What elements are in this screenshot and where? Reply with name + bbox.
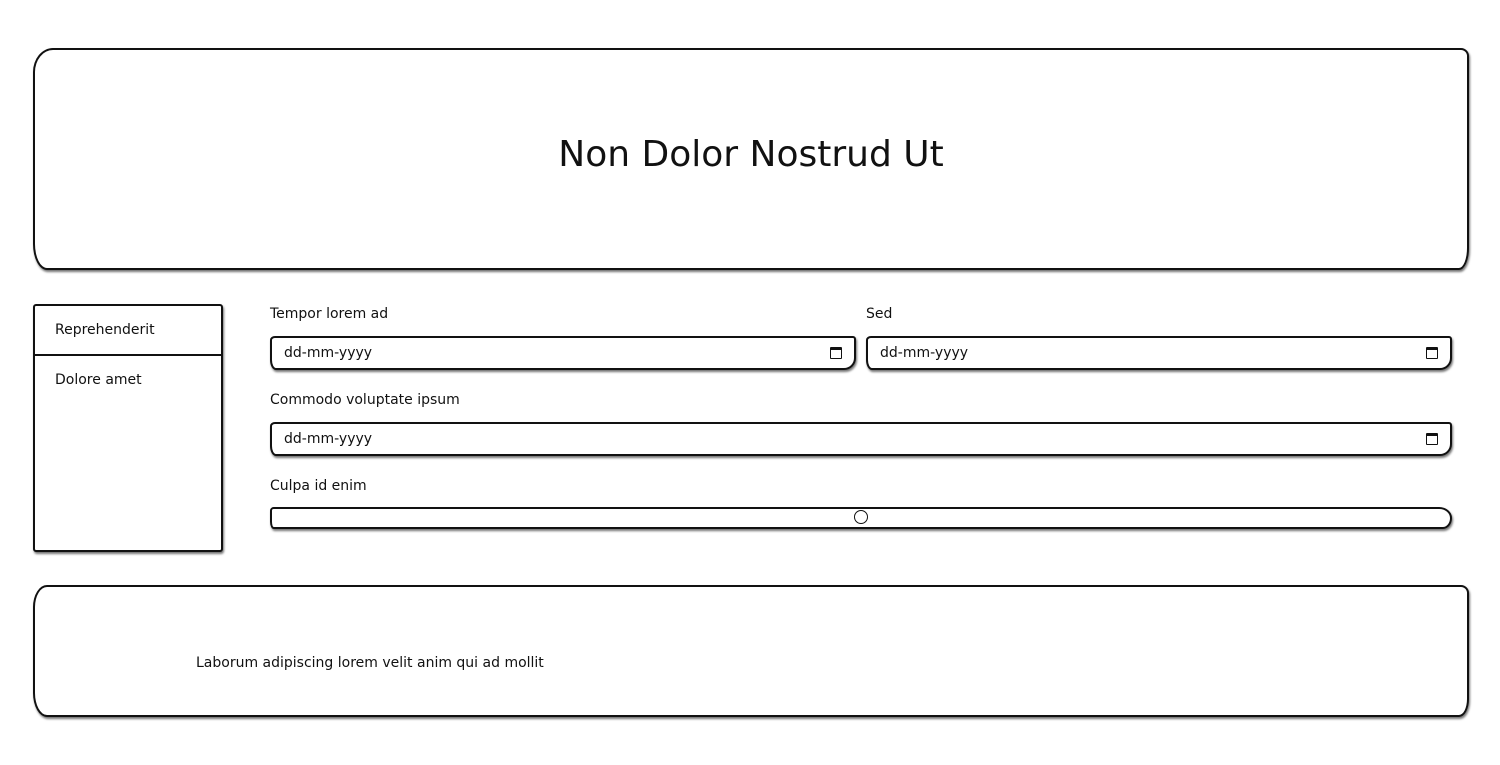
tempor-lorem-ad-label: Tempor lorem ad <box>270 306 389 322</box>
culpa-id-enim-slider[interactable] <box>270 507 1452 529</box>
date-placeholder: dd-mm-yyyy <box>284 345 373 361</box>
commodo-voluptate-ipsum-date-input[interactable]: dd-mm-yyyy <box>270 422 1452 456</box>
sidebar-item-label: Dolore amet <box>55 372 142 388</box>
sidebar: Reprehenderit Dolore amet <box>33 304 223 552</box>
page-title: Non Dolor Nostrud Ut <box>558 134 944 175</box>
sed-date-input[interactable]: dd-mm-yyyy <box>866 336 1452 370</box>
header-banner: Non Dolor Nostrud Ut <box>33 48 1469 270</box>
footer-text: Laborum adipiscing lorem velit anim qui … <box>196 655 544 671</box>
commodo-voluptate-ipsum-label: Commodo voluptate ipsum <box>270 392 460 408</box>
date-placeholder: dd-mm-yyyy <box>284 431 373 447</box>
slider-thumb[interactable] <box>854 510 868 524</box>
date-placeholder: dd-mm-yyyy <box>880 345 969 361</box>
sidebar-item-dolore-amet[interactable]: Dolore amet <box>35 356 221 404</box>
calendar-icon[interactable] <box>830 347 842 359</box>
calendar-icon[interactable] <box>1426 433 1438 445</box>
sed-label: Sed <box>866 306 893 322</box>
calendar-icon[interactable] <box>1426 347 1438 359</box>
sidebar-item-reprehenderit[interactable]: Reprehenderit <box>35 306 221 356</box>
culpa-id-enim-label: Culpa id enim <box>270 478 367 494</box>
sidebar-item-label: Reprehenderit <box>55 322 155 338</box>
tempor-lorem-ad-date-input[interactable]: dd-mm-yyyy <box>270 336 856 370</box>
footer: Laborum adipiscing lorem velit anim qui … <box>33 585 1469 717</box>
